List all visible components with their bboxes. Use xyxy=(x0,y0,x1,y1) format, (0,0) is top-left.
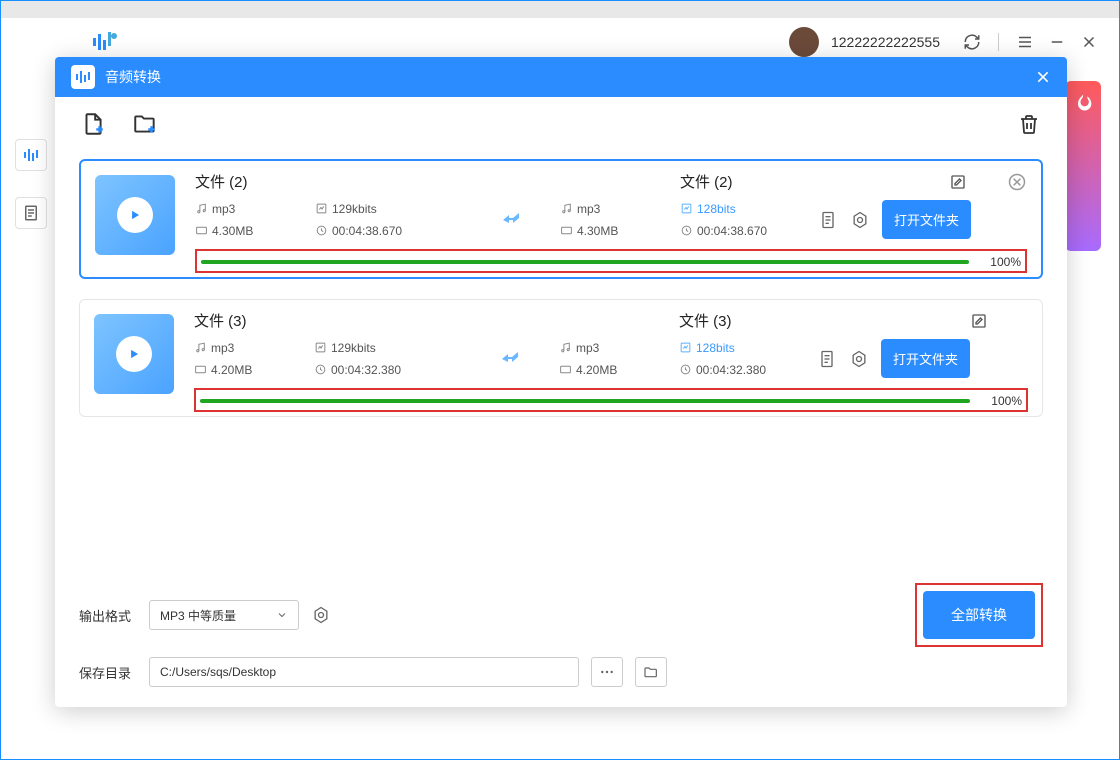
separator xyxy=(998,33,999,51)
file-thumbnail[interactable] xyxy=(94,314,174,394)
modal-title: 音频转换 xyxy=(105,67,1035,87)
progress-bar xyxy=(200,399,970,403)
dst-bitrate-link[interactable]: 128bits xyxy=(680,202,810,216)
src-duration: 00:04:32.380 xyxy=(314,363,464,377)
file-list: 文件 (2) 文件 (2) mp3 4.30MB 129kbits 00:04:… xyxy=(55,151,1067,569)
source-file-name: 文件 (3) xyxy=(194,310,679,331)
file-thumbnail[interactable] xyxy=(95,175,175,255)
close-icon[interactable] xyxy=(1035,69,1051,85)
delete-all-button[interactable] xyxy=(1015,110,1043,138)
play-icon[interactable] xyxy=(117,197,153,233)
edit-icon[interactable] xyxy=(949,173,967,191)
user-avatar[interactable] xyxy=(789,27,819,57)
parent-window: 12222222222555 音频转换 xyxy=(0,0,1120,760)
dst-format: mp3 xyxy=(560,202,680,216)
file-card[interactable]: 文件 (2) 文件 (2) mp3 4.30MB 129kbits 00:04:… xyxy=(79,159,1043,279)
convert-all-button[interactable]: 全部转换 xyxy=(923,591,1035,639)
modal-title-icon xyxy=(71,65,95,89)
modal-titlebar: 音频转换 xyxy=(55,57,1067,97)
progress-container: 100% xyxy=(194,388,1028,412)
output-file-name: 文件 (3) xyxy=(679,310,970,331)
dst-format: mp3 xyxy=(559,341,679,355)
doc-icon[interactable] xyxy=(817,349,837,369)
format-settings-icon[interactable] xyxy=(311,605,331,625)
progress-container: 100% xyxy=(195,249,1027,273)
edit-icon[interactable] xyxy=(970,312,988,330)
output-file-name: 文件 (2) xyxy=(680,171,949,192)
arrow-icon xyxy=(464,351,559,367)
output-format-label: 输出格式 xyxy=(79,606,137,625)
open-folder-button[interactable]: 打开文件夹 xyxy=(881,339,970,378)
modal-toolbar xyxy=(55,97,1067,151)
username-label: 12222222222555 xyxy=(831,34,940,50)
flame-widget[interactable] xyxy=(1065,81,1101,251)
add-folder-button[interactable] xyxy=(131,110,159,138)
open-folder-button[interactable]: 打开文件夹 xyxy=(882,200,971,239)
dst-size: 4.30MB xyxy=(560,224,680,238)
menu-icon[interactable] xyxy=(1015,32,1035,52)
doc-icon[interactable] xyxy=(818,210,838,230)
parent-titlebar xyxy=(1,1,1119,18)
more-options-button[interactable] xyxy=(591,657,623,687)
modal-footer: 输出格式 MP3 中等质量 全部转换 保存目录 C:/Users/sqs/Des… xyxy=(55,569,1067,707)
src-size: 4.20MB xyxy=(194,363,314,377)
src-format: mp3 xyxy=(194,341,314,355)
source-file-name: 文件 (2) xyxy=(195,171,680,192)
side-icon-doc[interactable] xyxy=(15,197,47,229)
progress-bar xyxy=(201,260,969,264)
file-card[interactable]: 文件 (3) 文件 (3) mp3 4.20MB 129kbits 00:04:… xyxy=(79,299,1043,417)
convert-highlight: 全部转换 xyxy=(915,583,1043,647)
refresh-icon[interactable] xyxy=(962,32,982,52)
progress-percent: 100% xyxy=(980,394,1022,408)
gear-icon[interactable] xyxy=(850,210,870,230)
audio-convert-modal: 音频转换 xyxy=(55,57,1067,707)
play-icon[interactable] xyxy=(116,336,152,372)
src-size: 4.30MB xyxy=(195,224,315,238)
dst-bitrate-link[interactable]: 128bits xyxy=(679,341,809,355)
app-logo xyxy=(91,30,119,54)
add-file-button[interactable] xyxy=(79,110,107,138)
progress-percent: 100% xyxy=(979,255,1021,269)
side-icon-audio[interactable] xyxy=(15,139,47,171)
close-window-icon[interactable] xyxy=(1079,32,1099,52)
chevron-down-icon xyxy=(276,609,288,621)
arrow-icon xyxy=(465,212,560,228)
src-format: mp3 xyxy=(195,202,315,216)
src-duration: 00:04:38.670 xyxy=(315,224,465,238)
src-bitrate: 129kbits xyxy=(314,341,464,355)
save-path-label: 保存目录 xyxy=(79,663,137,682)
dst-duration: 00:04:38.670 xyxy=(680,224,810,238)
gear-icon[interactable] xyxy=(849,349,869,369)
minimize-icon[interactable] xyxy=(1047,32,1067,52)
save-path-input[interactable]: C:/Users/sqs/Desktop xyxy=(149,657,579,687)
output-format-value: MP3 中等质量 xyxy=(160,607,236,624)
dst-size: 4.20MB xyxy=(559,363,679,377)
dst-duration: 00:04:32.380 xyxy=(679,363,809,377)
output-format-select[interactable]: MP3 中等质量 xyxy=(149,600,299,630)
remove-icon[interactable] xyxy=(1007,172,1027,192)
src-bitrate: 129kbits xyxy=(315,202,465,216)
browse-folder-button[interactable] xyxy=(635,657,667,687)
